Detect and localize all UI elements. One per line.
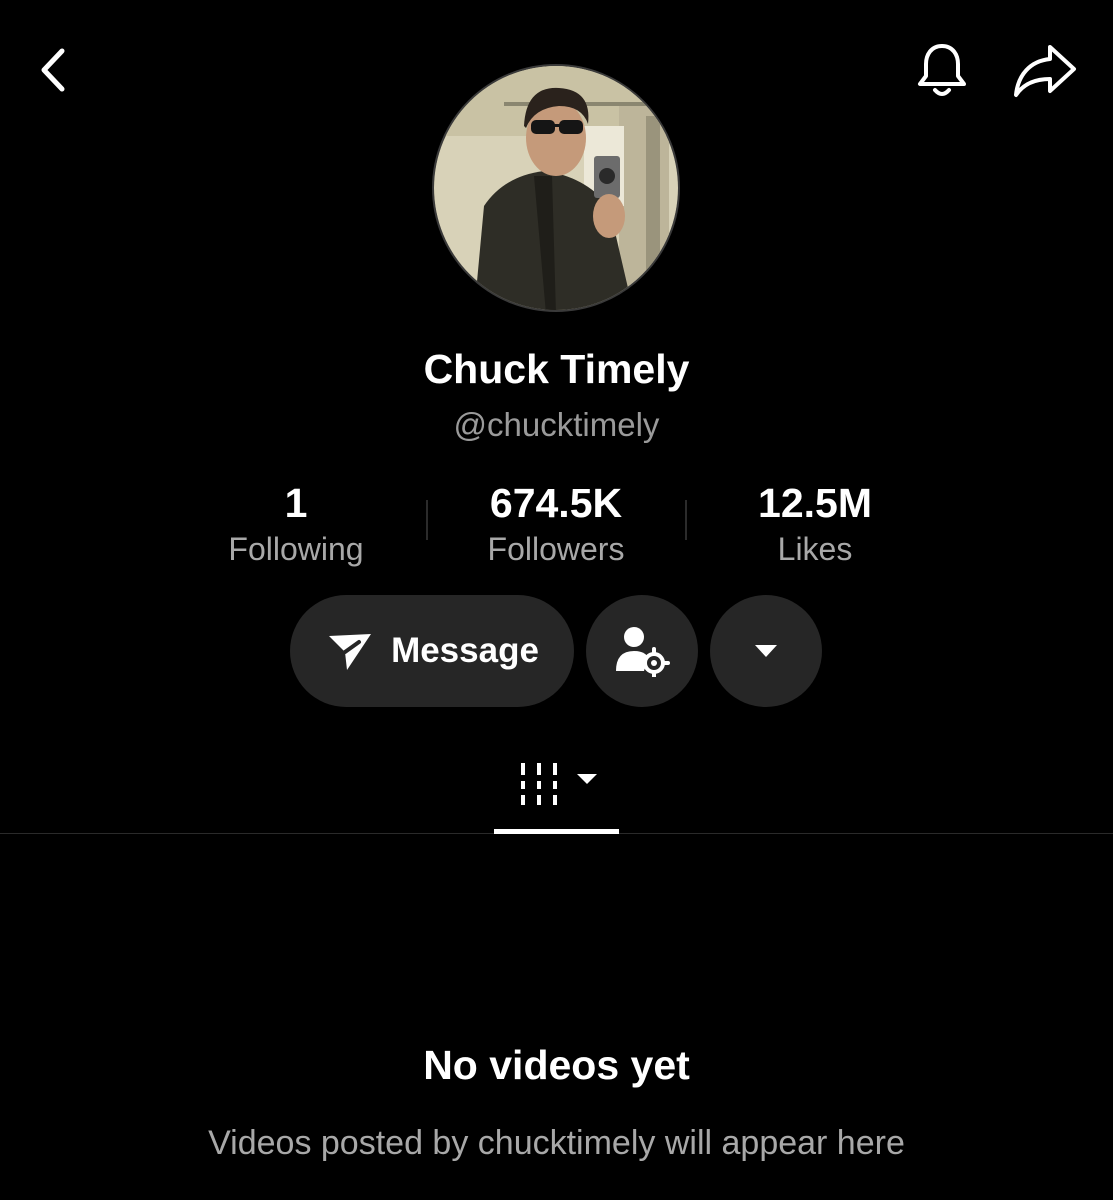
following-count: 1 xyxy=(284,480,308,526)
empty-state-title: No videos yet xyxy=(423,1042,690,1088)
avatar[interactable] xyxy=(432,64,680,312)
chevron-left-icon xyxy=(41,48,65,92)
following-label: Following xyxy=(228,531,364,567)
back-button[interactable] xyxy=(28,40,78,100)
likes-count: 12.5M xyxy=(758,480,872,526)
display-name: Chuck Timely xyxy=(423,346,690,392)
empty-state-subtitle: Videos posted by chucktimely will appear… xyxy=(208,1124,905,1162)
stat-likes[interactable]: 12.5M Likes xyxy=(685,478,945,570)
stat-following[interactable]: 1 Following xyxy=(166,478,426,570)
user-gear-icon xyxy=(616,627,670,677)
followers-count: 674.5K xyxy=(489,480,623,526)
more-options-button[interactable] xyxy=(710,595,822,707)
profile-settings-button[interactable] xyxy=(586,595,698,707)
bell-icon xyxy=(918,44,966,96)
profile-photo xyxy=(434,66,678,310)
caret-down-icon xyxy=(576,774,597,784)
username-handle: @chucktimely xyxy=(453,406,660,443)
followers-label: Followers xyxy=(487,531,625,567)
grid-columns-icon xyxy=(520,763,557,805)
notification-bell-button[interactable] xyxy=(910,38,974,102)
share-arrow-icon xyxy=(1014,45,1076,97)
tab-videos[interactable] xyxy=(510,758,605,808)
paper-plane-icon xyxy=(329,634,372,670)
share-button[interactable] xyxy=(1010,38,1080,102)
message-button-label: Message xyxy=(391,631,539,670)
active-tab-indicator xyxy=(494,829,619,834)
caret-down-icon xyxy=(755,645,777,657)
likes-label: Likes xyxy=(777,531,853,567)
message-button[interactable]: Message xyxy=(290,595,574,707)
stat-followers[interactable]: 674.5K Followers xyxy=(426,478,686,570)
